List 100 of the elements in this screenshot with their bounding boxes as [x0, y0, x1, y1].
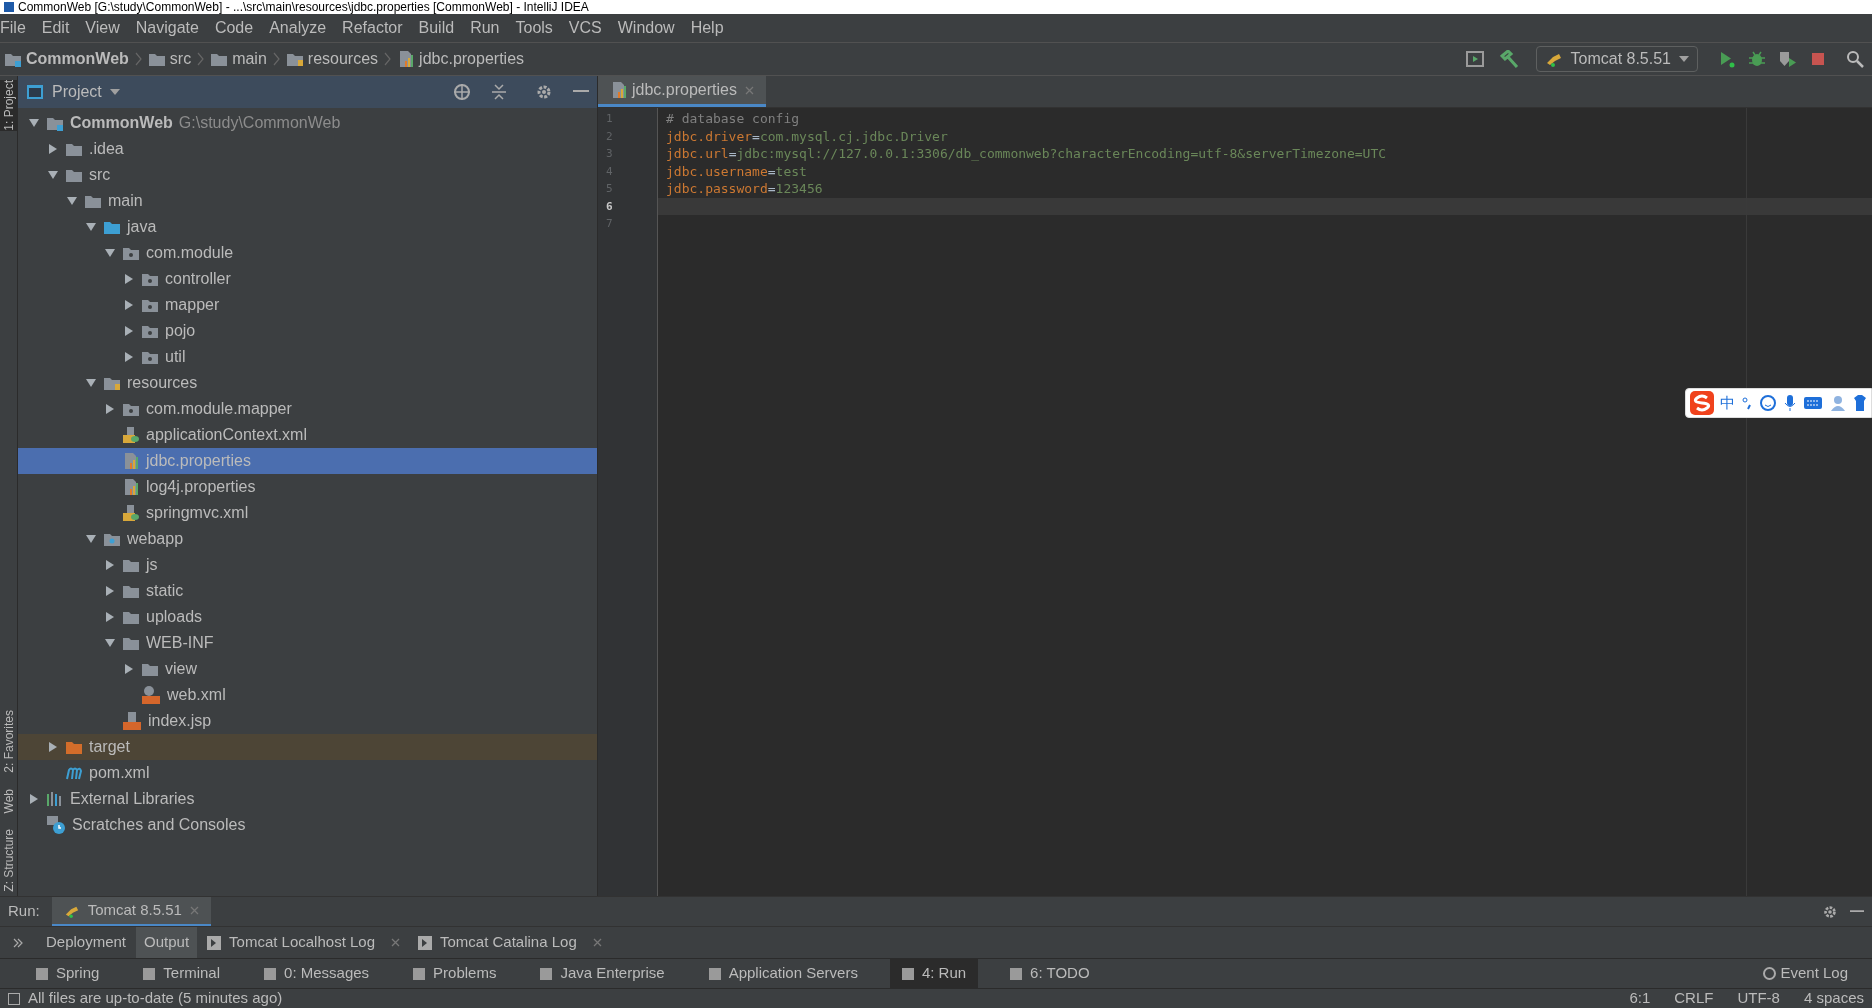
collapsed-arrow-icon[interactable] — [124, 300, 134, 310]
tree-item[interactable]: pom.xml — [18, 760, 597, 786]
tree-item[interactable]: index.jsp — [18, 708, 597, 734]
console-tab[interactable]: Deployment — [38, 927, 135, 958]
settings-icon[interactable] — [1822, 903, 1838, 920]
tree-item[interactable]: target — [18, 734, 597, 760]
console-tab[interactable]: Tomcat Localhost Log — [199, 927, 408, 958]
search-icon[interactable] — [1846, 50, 1864, 68]
bug-icon[interactable] — [1748, 50, 1766, 68]
breadcrumb-item[interactable]: CommonWeb — [4, 47, 129, 71]
tree-item[interactable]: CommonWeb G:\study\CommonWeb — [18, 110, 597, 136]
shield-play-icon[interactable] — [1778, 50, 1798, 68]
tree-item[interactable]: uploads — [18, 604, 597, 630]
collapsed-arrow-icon[interactable] — [105, 586, 115, 596]
tool-window-button[interactable]: Terminal — [131, 959, 233, 988]
run-configuration-dropdown[interactable]: Tomcat 8.5.51 — [1535, 46, 1698, 72]
collapsed-arrow-icon[interactable] — [29, 794, 39, 804]
collapse-all-icon[interactable] — [491, 83, 507, 101]
tree-item[interactable]: java — [18, 214, 597, 240]
shirt-icon[interactable] — [1853, 394, 1867, 412]
input-mode[interactable]: 中 — [1720, 391, 1735, 415]
punctuation-icon[interactable] — [1741, 395, 1753, 411]
breadcrumb-item[interactable]: main — [210, 47, 267, 71]
menu-item[interactable]: Analyze — [261, 16, 335, 40]
tree-item[interactable]: log4j.properties — [18, 474, 597, 500]
tree-item[interactable]: applicationContext.xml — [18, 422, 597, 448]
console-tab[interactable]: Tomcat Catalina Log — [410, 927, 610, 958]
tool-window-button[interactable]: Java Enterprise — [528, 959, 677, 988]
menu-item[interactable]: Refactor — [334, 16, 411, 40]
collapsed-arrow-icon[interactable] — [124, 352, 134, 362]
tree-item[interactable]: webapp — [18, 526, 597, 552]
microphone-icon[interactable] — [1783, 394, 1797, 412]
tree-item[interactable]: view — [18, 656, 597, 682]
cursor-position[interactable]: 6:1 — [1629, 987, 1651, 1008]
tree-item[interactable]: controller — [18, 266, 597, 292]
menu-item[interactable]: View — [77, 16, 128, 40]
expanded-arrow-icon[interactable] — [29, 118, 39, 128]
collapsed-arrow-icon[interactable] — [48, 144, 58, 154]
hammer-icon[interactable] — [1499, 50, 1520, 68]
tree-item[interactable]: static — [18, 578, 597, 604]
file-encoding[interactable]: UTF-8 — [1737, 987, 1780, 1008]
menu-item[interactable]: Help — [682, 16, 732, 40]
tree-item[interactable]: src — [18, 162, 597, 188]
tool-window-stripe-button[interactable]: 2: Favorites — [0, 710, 17, 773]
breadcrumb-item[interactable]: src — [147, 47, 192, 71]
tool-window-button[interactable]: 6: TODO — [998, 959, 1102, 988]
tree-item[interactable]: .idea — [18, 136, 597, 162]
tool-window-button[interactable]: 0: Messages — [252, 959, 382, 988]
tool-window-stripe-button[interactable]: Web — [0, 788, 17, 814]
menu-item[interactable]: Build — [410, 16, 463, 40]
menu-item[interactable]: Edit — [33, 16, 78, 40]
collapsed-arrow-icon[interactable] — [105, 612, 115, 622]
panel-title-dropdown[interactable]: Project — [52, 80, 120, 104]
expanded-arrow-icon[interactable] — [48, 170, 58, 180]
menu-item[interactable]: Tools — [507, 16, 561, 40]
tree-item[interactable]: mapper — [18, 292, 597, 318]
tree-item[interactable]: com.module.mapper — [18, 396, 597, 422]
expanded-arrow-icon[interactable] — [86, 378, 96, 388]
collapsed-arrow-icon[interactable] — [124, 274, 134, 284]
indent-setting[interactable]: 4 spaces — [1803, 987, 1864, 1008]
expanded-arrow-icon[interactable] — [67, 196, 77, 206]
console-tab[interactable]: Output — [136, 927, 198, 958]
menu-item[interactable]: VCS — [560, 16, 610, 40]
target-icon[interactable] — [453, 83, 471, 101]
collapsed-arrow-icon[interactable] — [105, 560, 115, 570]
status-icon[interactable] — [8, 992, 20, 1005]
tool-window-button[interactable]: 4: Run — [889, 959, 979, 988]
close-icon[interactable] — [391, 938, 400, 947]
tree-item[interactable]: resources — [18, 370, 597, 396]
run-window-icon[interactable] — [1465, 51, 1484, 67]
menu-item[interactable]: Run — [462, 16, 508, 40]
collapsed-arrow-icon[interactable] — [124, 664, 134, 674]
tree-item[interactable]: web.xml — [18, 682, 597, 708]
tool-window-button[interactable]: Application Servers — [696, 959, 870, 988]
tree-item[interactable]: springmvc.xml — [18, 500, 597, 526]
stop-icon[interactable] — [1810, 51, 1826, 67]
expanded-arrow-icon[interactable] — [105, 248, 115, 258]
tool-window-stripe-button[interactable]: Z: Structure — [0, 829, 17, 892]
double-chevron-icon[interactable] — [13, 937, 23, 948]
tree-item[interactable]: util — [18, 344, 597, 370]
menu-item[interactable]: Code — [206, 16, 262, 40]
line-separator[interactable]: CRLF — [1674, 987, 1714, 1008]
tree-item[interactable]: main — [18, 188, 597, 214]
expanded-arrow-icon[interactable] — [86, 222, 96, 232]
tree-item[interactable]: com.module — [18, 240, 597, 266]
editor-tab[interactable]: jdbc.properties — [598, 76, 766, 107]
tree-item[interactable]: pojo — [18, 318, 597, 344]
tool-window-stripe-button[interactable]: 1: Project — [0, 80, 17, 131]
tree-item[interactable]: Scratches and Consoles — [18, 812, 597, 838]
close-icon[interactable] — [592, 938, 602, 947]
tool-window-button[interactable]: Problems — [401, 959, 509, 988]
breadcrumb-item[interactable]: jdbc.properties — [397, 47, 525, 71]
keyboard-icon[interactable] — [1803, 396, 1823, 410]
menu-item[interactable]: Window — [609, 16, 683, 40]
tree-item[interactable]: js — [18, 552, 597, 578]
expanded-arrow-icon[interactable] — [86, 534, 96, 544]
collapsed-arrow-icon[interactable] — [124, 326, 134, 336]
collapsed-arrow-icon[interactable] — [105, 404, 115, 414]
tool-window-button[interactable]: Spring — [24, 959, 112, 988]
breadcrumb-item[interactable]: resources — [285, 47, 379, 71]
